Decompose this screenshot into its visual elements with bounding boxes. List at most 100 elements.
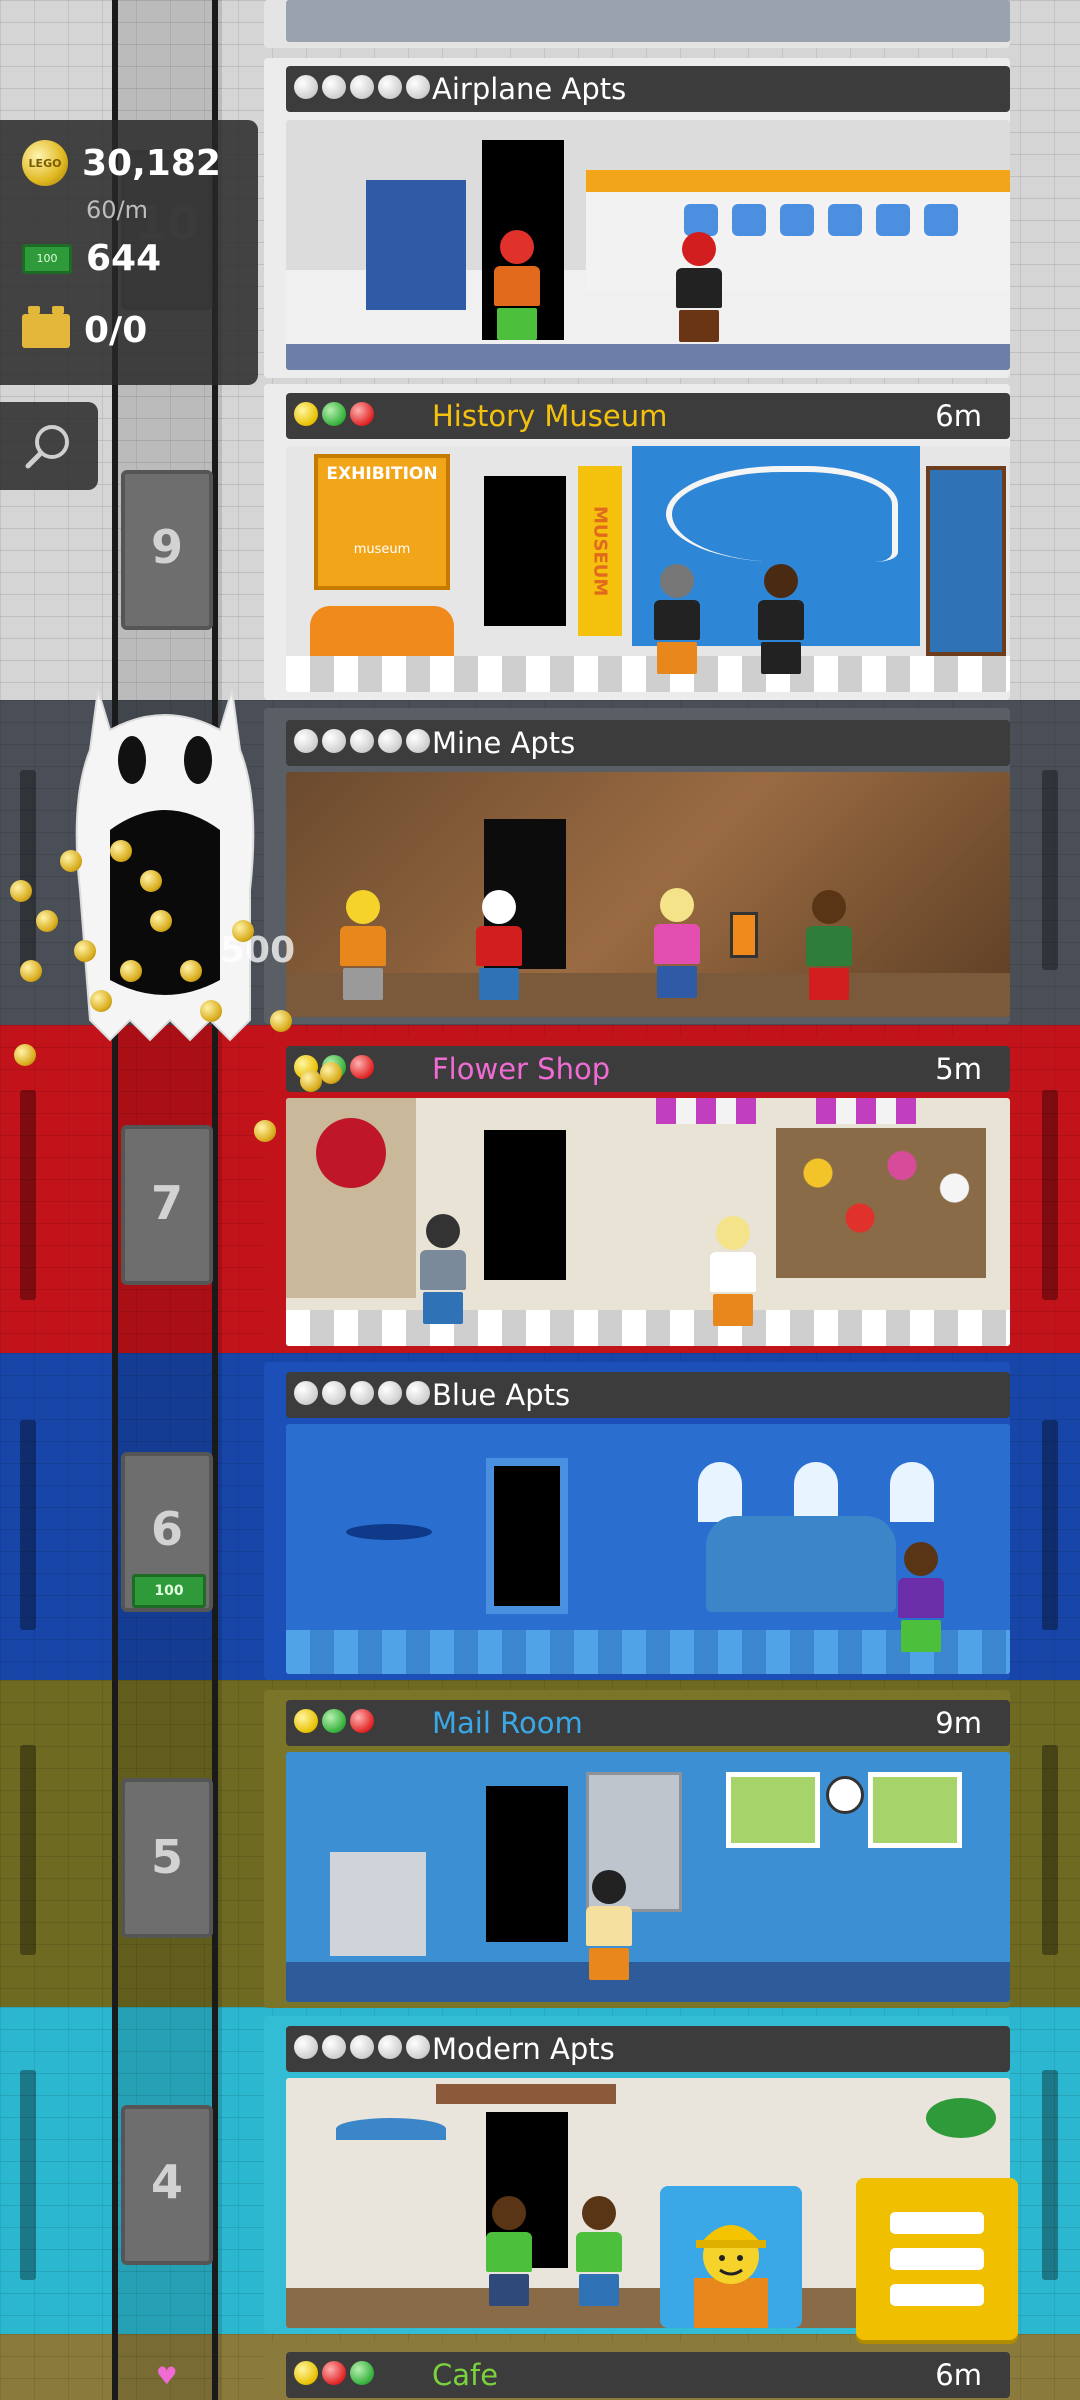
- floor-header-history-museum[interactable]: History Museum 6m: [286, 393, 1010, 439]
- side-pillar: [20, 1745, 36, 1955]
- checkered-floor: [286, 656, 1010, 692]
- rating-stud: [378, 1381, 402, 1405]
- museum-banner: MUSEUM: [578, 466, 622, 636]
- wall-clock: [826, 1776, 864, 1814]
- rating-stud: [350, 2035, 374, 2059]
- minifigure: [494, 230, 540, 340]
- bux-value: 644: [86, 238, 162, 279]
- stock-stud: [350, 1709, 374, 1733]
- room-interior-partial: [286, 0, 1010, 42]
- resource-panel[interactable]: LEGO 30,182 60/m 100 644 0/0: [0, 120, 258, 385]
- search-button[interactable]: [0, 402, 98, 490]
- window: [868, 1772, 962, 1848]
- dinosaur-skeleton: [666, 466, 898, 562]
- bricks-row: 0/0: [22, 305, 147, 351]
- floor-header-mail-room[interactable]: Mail Room 9m: [286, 1700, 1010, 1746]
- awning: [816, 1098, 916, 1124]
- floor-header-flower-shop[interactable]: Flower Shop 5m: [286, 1046, 1010, 1092]
- floor-header-mine-apts[interactable]: Mine Apts: [286, 720, 1010, 766]
- floor-number-4: 4: [150, 2155, 183, 2209]
- side-pillar: [1042, 1090, 1058, 1300]
- coin-icon: LEGO: [22, 140, 68, 186]
- rating-stud: [406, 729, 430, 753]
- floor-name: Cafe: [432, 2358, 499, 2392]
- room-interior-museum: EXHIBITION museum MUSEUM: [286, 446, 1010, 692]
- star-rating: [294, 729, 430, 753]
- poster-subtitle: museum: [353, 542, 411, 557]
- floor-name: Modern Apts: [432, 2032, 615, 2066]
- airplane-window: [924, 204, 958, 236]
- stock-stud: [322, 1709, 346, 1733]
- coin-particle: [74, 940, 96, 962]
- coin-particle: [10, 880, 32, 902]
- rating-stud: [406, 1381, 430, 1405]
- mine-floor: [286, 973, 1010, 1017]
- sofa: [706, 1516, 896, 1612]
- coin-particle: [300, 1070, 322, 1092]
- menu-button[interactable]: [856, 2178, 1018, 2340]
- side-pillar: [20, 2070, 36, 2280]
- stock-stud: [322, 402, 346, 426]
- minifigure: [676, 232, 722, 342]
- stock-indicators: [294, 2361, 374, 2385]
- coin-particle: [150, 910, 172, 932]
- minifigure: [654, 888, 700, 998]
- minifigure: [420, 1214, 466, 1324]
- coins-rate: 60/m: [86, 196, 149, 224]
- rating-stud: [322, 729, 346, 753]
- coin-particle: [200, 1000, 222, 1022]
- floor-header-blue-apts[interactable]: Blue Apts: [286, 1372, 1010, 1418]
- window: [726, 1772, 820, 1848]
- floor-partial-top[interactable]: [264, 0, 1010, 48]
- airplane-window: [876, 204, 910, 236]
- room-interior-mine: [286, 772, 1010, 1017]
- floor-timer: 6m: [935, 2358, 982, 2392]
- star-rating: [294, 75, 430, 99]
- side-pillar: [20, 1090, 36, 1300]
- room-interior-blue: [286, 1424, 1010, 1674]
- rating-stud: [322, 1381, 346, 1405]
- arched-window: [698, 1462, 742, 1522]
- search-icon: [25, 425, 69, 469]
- floor-header-cafe[interactable]: Cafe 6m: [286, 2352, 1010, 2398]
- floor-strip: [286, 344, 1010, 370]
- floor-name: Mail Room: [432, 1706, 583, 1740]
- arched-window: [794, 1462, 838, 1522]
- stock-indicators: [294, 1709, 374, 1733]
- door: [484, 1130, 566, 1280]
- elevator-bill-pickup[interactable]: 100: [132, 1574, 206, 1608]
- floor-name: Blue Apts: [432, 1378, 571, 1412]
- rating-stud: [378, 729, 402, 753]
- rating-stud: [294, 75, 318, 99]
- floor-number-7: 7: [150, 1176, 183, 1230]
- exhibition-poster: EXHIBITION museum: [314, 454, 450, 590]
- builder-avatar-button[interactable]: [660, 2186, 802, 2328]
- coin-particle: [110, 840, 132, 862]
- coins-row: LEGO 30,182: [22, 140, 221, 186]
- airplane-window: [780, 204, 814, 236]
- floor-header-airplane-apts[interactable]: Airplane Apts: [286, 66, 1010, 112]
- floor-number-9: 9: [150, 520, 183, 574]
- filing-cabinet: [330, 1852, 426, 1956]
- floor-header-modern-apts[interactable]: Modern Apts: [286, 2026, 1010, 2072]
- door: [486, 1458, 568, 1614]
- stock-stud: [350, 2361, 374, 2385]
- minifigure: [476, 890, 522, 1000]
- bux-icon: 100: [22, 243, 72, 274]
- minifigure: [486, 2196, 532, 2306]
- floor-number-5: 5: [150, 1830, 183, 1884]
- ghost-payout: 500: [220, 930, 296, 971]
- checkered-floor: [286, 1310, 1010, 1346]
- minifigure: [710, 1216, 756, 1326]
- minifigure: [758, 564, 804, 674]
- mail-floor: [286, 1962, 1010, 2002]
- rating-stud: [294, 1381, 318, 1405]
- stock-stud: [350, 1055, 374, 1079]
- coin-particle: [20, 960, 42, 982]
- coin-particle: [120, 960, 142, 982]
- rating-stud: [350, 1381, 374, 1405]
- stock-stud: [322, 2361, 346, 2385]
- patio-umbrella: [336, 2118, 446, 2140]
- rating-stud: [350, 75, 374, 99]
- door: [484, 476, 566, 626]
